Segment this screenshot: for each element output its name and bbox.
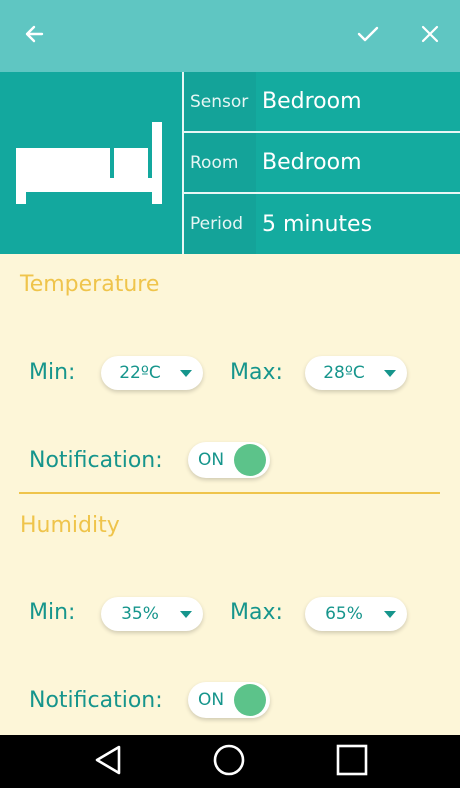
temperature-title: Temperature	[20, 272, 160, 297]
chevron-down-icon	[180, 370, 192, 377]
sensor-row[interactable]: Sensor Bedroom	[184, 72, 460, 131]
temperature-notification-label: Notification:	[29, 448, 163, 473]
period-key: Period	[184, 194, 256, 254]
close-icon	[420, 24, 440, 48]
nav-back-icon	[93, 744, 123, 780]
humidity-notification-label: Notification:	[29, 688, 163, 713]
room-row[interactable]: Room Bedroom	[184, 133, 460, 192]
humidity-notification-toggle[interactable]: ON	[188, 682, 270, 718]
check-icon	[356, 22, 380, 50]
toggle-state-label: ON	[198, 690, 225, 710]
temperature-min-dropdown[interactable]: 22ºC	[101, 356, 203, 390]
app-bar	[0, 0, 460, 72]
close-button[interactable]	[410, 16, 450, 56]
bed-icon	[16, 122, 166, 208]
section-divider	[19, 492, 440, 494]
sensor-header: Sensor Bedroom Room Bedroom Period 5 min…	[0, 72, 460, 254]
humidity-max-value: 65%	[325, 604, 363, 624]
temperature-min-value: 22ºC	[119, 363, 161, 383]
temperature-min-label: Min:	[29, 360, 76, 385]
room-key: Room	[184, 133, 256, 192]
humidity-min-dropdown[interactable]: 35%	[101, 597, 203, 631]
toggle-knob	[234, 444, 266, 476]
chevron-down-icon	[384, 370, 396, 377]
period-value: 5 minutes	[256, 194, 460, 254]
sensor-value: Bedroom	[256, 72, 460, 131]
toggle-state-label: ON	[198, 450, 225, 470]
humidity-max-dropdown[interactable]: 65%	[305, 597, 407, 631]
nav-recents-icon	[336, 744, 368, 780]
humidity-min-value: 35%	[121, 604, 159, 624]
period-row[interactable]: Period 5 minutes	[184, 194, 460, 254]
humidity-title: Humidity	[20, 513, 120, 538]
toggle-knob	[234, 684, 266, 716]
back-button[interactable]	[14, 16, 54, 56]
chevron-down-icon	[384, 611, 396, 618]
temperature-max-label: Max:	[230, 360, 283, 385]
nav-home-button[interactable]	[209, 743, 249, 781]
temperature-notification-toggle[interactable]: ON	[188, 442, 270, 478]
system-nav-bar	[0, 735, 460, 788]
room-icon-panel	[0, 72, 182, 254]
sensor-key: Sensor	[184, 72, 256, 131]
room-value: Bedroom	[256, 133, 460, 192]
nav-recents-button[interactable]	[332, 743, 372, 781]
sensor-info: Sensor Bedroom Room Bedroom Period 5 min…	[184, 72, 460, 254]
temperature-max-dropdown[interactable]: 28ºC	[305, 356, 407, 390]
humidity-min-label: Min:	[29, 600, 76, 625]
confirm-button[interactable]	[348, 16, 388, 56]
nav-back-button[interactable]	[88, 743, 128, 781]
chevron-down-icon	[180, 611, 192, 618]
temperature-max-value: 28ºC	[323, 363, 365, 383]
humidity-max-label: Max:	[230, 600, 283, 625]
nav-home-icon	[212, 743, 246, 781]
arrow-left-icon	[22, 22, 46, 50]
